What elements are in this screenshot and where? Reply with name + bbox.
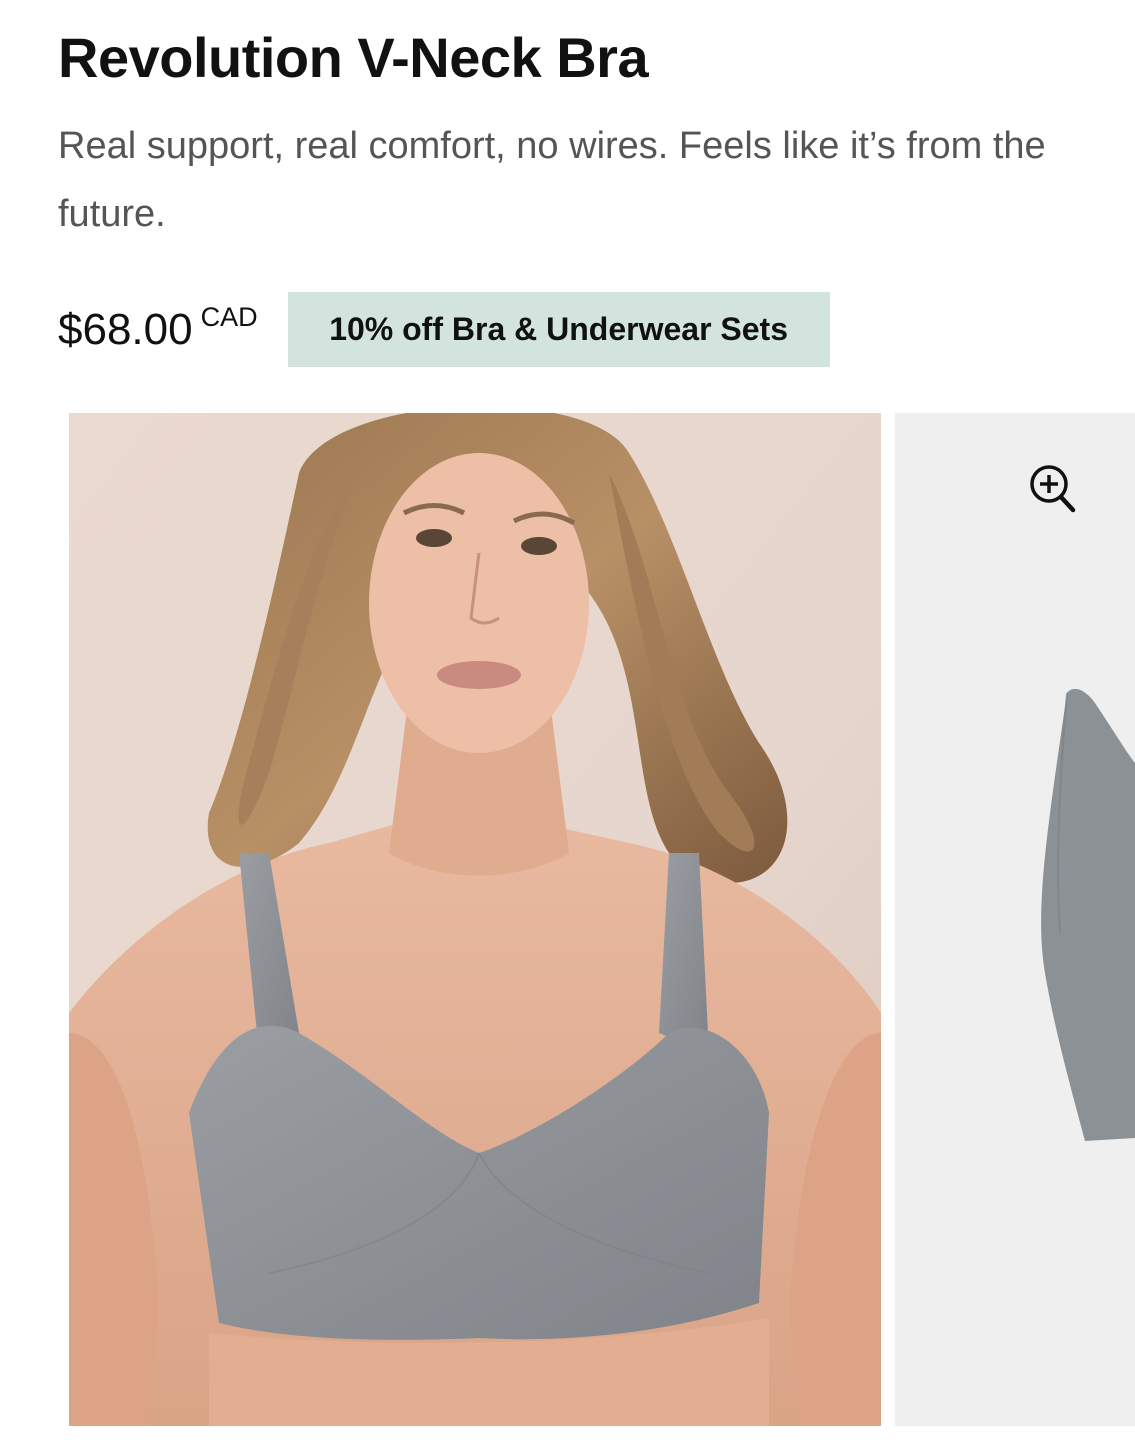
zoom-button[interactable]: [1025, 461, 1081, 517]
product-title: Revolution V-Neck Bra: [58, 26, 649, 89]
product-image-main[interactable]: [69, 413, 881, 1426]
product-page: Revolution V-Neck Bra Real support, real…: [0, 0, 1135, 1440]
promo-badge: 10% off Bra & Underwear Sets: [287, 292, 830, 367]
product-description: Real support, real comfort, no wires. Fe…: [58, 125, 1046, 235]
product-price: $68.00: [58, 304, 193, 354]
product-flat-photo: [895, 413, 1135, 1426]
price-row: $68.00 CAD 10% off Bra & Underwear Sets: [58, 292, 830, 367]
price-currency: CAD: [200, 302, 258, 332]
product-image-alt[interactable]: [895, 413, 1135, 1426]
zoom-in-icon: [1030, 465, 1076, 513]
model-photo: [69, 413, 881, 1426]
